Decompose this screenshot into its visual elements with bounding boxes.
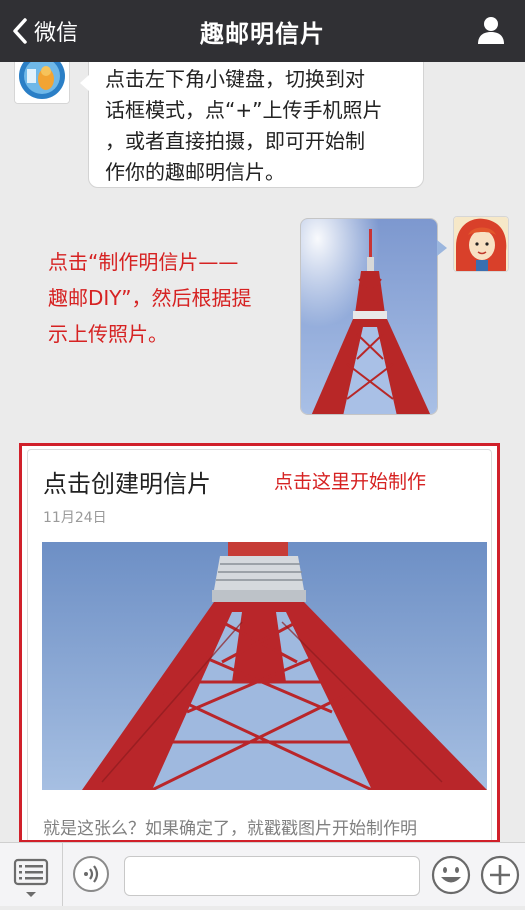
nav-bar: 微信 趣邮明信片 [0,0,525,62]
plus-icon[interactable] [480,855,520,895]
incoming-message-line: 作你的趣邮明信片。 [105,160,285,184]
card-description: 就是这张么？如果确定了，就戳戳图片开始制作明 [43,819,417,839]
person-icon[interactable] [475,14,507,46]
incoming-message-bubble[interactable]: 点击左下角小键盘，切换到对 话框模式，点“+”上传手机照片 ，或者直接拍摄，即可… [80,62,424,188]
incoming-message-line: 点击左下角小键盘，切换到对 [105,67,365,91]
chat-area[interactable]: 点击左下角小键盘，切换到对 话框模式，点“+”上传手机照片 ，或者直接拍摄，即可… [0,62,525,842]
input-toolbar [0,842,525,906]
outgoing-photo-bubble[interactable] [300,218,438,415]
create-postcard-card[interactable]: 点击创建明信片 点击这里开始制作 11月24日 就是这张么？如果确定了，就戳戳图… [19,443,500,842]
annotation-line: 趣邮DIY”，然后根据提 [48,286,252,310]
page-title: 趣邮明信片 [200,19,325,48]
card-date: 11月24日 [43,510,107,526]
emoji-icon[interactable] [431,855,471,895]
sender-avatar[interactable] [14,62,70,104]
user-avatar[interactable] [453,216,509,272]
message-input[interactable] [124,856,420,896]
card-body: 点击创建明信片 点击这里开始制作 11月24日 就是这张么？如果确定了，就戳戳图… [27,449,492,840]
card-annotation: 点击这里开始制作 [274,471,427,493]
voice-button[interactable] [73,856,109,892]
incoming-message-line: 话框模式，点“+”上传手机照片 [105,98,383,122]
card-tower-image[interactable] [42,542,487,790]
tower-photo [42,542,487,790]
mascot-avatar-image [15,62,69,103]
tutorial-annotation: 点击“制作明信片—— 趣邮DIY”，然后根据提 示上传照片。 [48,244,284,352]
incoming-message-line: ，或者直接拍摄，即可开始制 [105,129,365,153]
menu-list-icon [13,858,49,897]
voice-icon [84,865,99,883]
annotation-line: 点击“制作明信片—— [48,250,239,274]
annotation-line: 示上传照片。 [48,322,168,346]
menu-toggle-button[interactable] [0,843,63,906]
card-title: 点击创建明信片 [43,470,211,498]
user-avatar-image [454,217,508,271]
bubble-tail [437,240,447,256]
tower-photo-thumbnail [301,219,437,414]
